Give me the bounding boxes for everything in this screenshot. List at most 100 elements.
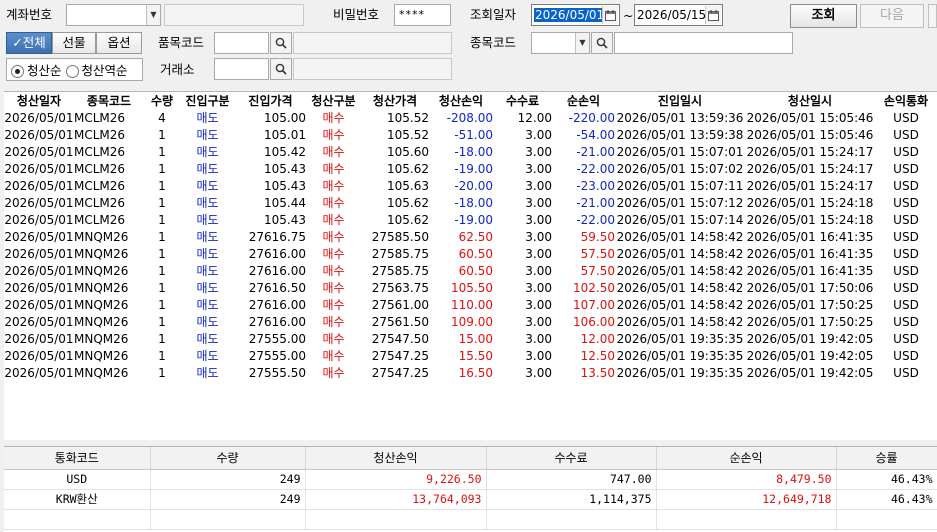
product-code-field[interactable]: [214, 32, 269, 54]
summary-empty-cell: [656, 509, 837, 530]
cell-commission: 3.00: [525, 246, 552, 261]
table-row[interactable]: 2026/05/01 MNQM26 1 매도 27616.75 매수 27585.50 62.…: [4, 228, 937, 245]
cell-liquidation-date: 2026/05/01: [4, 212, 74, 227]
cell-entry-side: 매도: [196, 179, 219, 193]
summary-column-header[interactable]: 승률: [836, 447, 937, 470]
table-row[interactable]: 2026/05/01 MNQM26 1 매도 27555.50 매수 27547.25 16.…: [4, 364, 937, 381]
summary-grid[interactable]: 통화코드 수량 청산손익 수수료 순손익 승률 USD 249 9,226.50 747.00 8…: [4, 446, 937, 532]
search-icon[interactable]: [270, 32, 292, 54]
exchange-field[interactable]: [214, 58, 269, 80]
search-icon[interactable]: [591, 32, 613, 54]
grid-column-header[interactable]: 손익통화: [875, 92, 937, 109]
cell-liquidation-datetime: 2026/05/01 16:41:35: [746, 229, 874, 244]
cell-liquidation-price: 105.52: [387, 110, 429, 125]
grid-column-header[interactable]: 진입구분: [180, 92, 235, 109]
cell-liquidation-date: 2026/05/01: [4, 348, 74, 363]
cell-item-code: MCLM26: [74, 144, 126, 159]
table-row[interactable]: 2026/05/01 MCLM26 1 매도 105.43 매수 105.62 -19.00 3…: [4, 211, 937, 228]
table-row[interactable]: 2026/05/01 MNQM26 1 매도 27555.00 매수 27547.50 15.…: [4, 330, 937, 347]
grid-column-header[interactable]: 순손익: [552, 92, 615, 109]
grid-column-header[interactable]: 청산일자: [4, 92, 74, 109]
cell-pnl-currency: USD: [893, 331, 919, 346]
table-row[interactable]: 2026/05/01 MCLM26 1 매도 105.43 매수 105.62 -19.00 3…: [4, 160, 937, 177]
grid-column-header[interactable]: 청산구분: [306, 92, 361, 109]
chevron-down-icon[interactable]: ▼: [575, 33, 589, 53]
cell-quantity: 1: [158, 229, 166, 244]
chevron-down-icon[interactable]: ▼: [146, 5, 160, 25]
table-row[interactable]: 2026/05/01 MCLM26 1 매도 105.01 매수 105.52 -51.00 3…: [4, 126, 937, 143]
summary-column-header[interactable]: 통화코드: [4, 447, 151, 470]
grid-column-header[interactable]: 수수료: [493, 92, 552, 109]
cell-liquidation-date: 2026/05/01: [4, 263, 74, 278]
extra-button-edge[interactable]: [928, 4, 937, 28]
segment-options[interactable]: 옵션: [96, 32, 142, 54]
table-row[interactable]: 2026/05/01 MNQM26 1 매도 27616.00 매수 27585.75 60.…: [4, 245, 937, 262]
summary-column-header[interactable]: 순손익: [656, 447, 837, 470]
grid-column-header[interactable]: 청산가격: [361, 92, 429, 109]
cell-quantity: 1: [158, 195, 166, 210]
cell-pnl-currency: USD: [893, 195, 919, 210]
grid-column-header[interactable]: 진입일시: [615, 92, 745, 109]
summary-cell-commission: 747.00: [486, 469, 657, 490]
cell-entry-price: 27616.00: [248, 263, 306, 278]
cell-quantity: 1: [158, 297, 166, 312]
segment-futures[interactable]: 선물: [52, 32, 96, 54]
segment-all[interactable]: ✓전체: [6, 32, 52, 54]
grid-column-header[interactable]: 진입가격: [235, 92, 306, 109]
summary-column-header[interactable]: 청산손익: [305, 447, 487, 470]
cell-item-code: MNQM26: [74, 348, 129, 363]
radio-liquidation-asc[interactable]: 청산순: [11, 60, 62, 79]
account-number-select[interactable]: ▼: [66, 4, 161, 26]
cell-liquidation-date: 2026/05/01: [4, 127, 74, 142]
cell-liquidation-side: 매수: [322, 366, 345, 380]
password-field[interactable]: ****: [394, 4, 451, 26]
grid-column-header[interactable]: 청산일시: [745, 92, 875, 109]
calendar-icon[interactable]: [705, 6, 721, 24]
table-row[interactable]: 2026/05/01 MCLM26 1 매도 105.43 매수 105.63 -20.00 3…: [4, 177, 937, 194]
cell-commission: 3.00: [525, 365, 552, 380]
table-row[interactable]: 2026/05/01 MCLM26 1 매도 105.44 매수 105.62 -18.00 3…: [4, 194, 937, 211]
summary-column-header[interactable]: 수수료: [486, 447, 657, 470]
calendar-icon[interactable]: [602, 6, 618, 24]
cell-entry-side: 매도: [196, 230, 219, 244]
summary-column-header[interactable]: 수량: [150, 447, 306, 470]
table-row[interactable]: 2026/05/01 MNQM26 1 매도 27616.00 매수 27561.50 109…: [4, 313, 937, 330]
summary-cell-liquidation-pnl: 13,764,093: [305, 489, 487, 510]
cell-liquidation-side: 매수: [322, 230, 345, 244]
table-row[interactable]: 2026/05/01 MNQM26 1 매도 27616.00 매수 27585.75 60.…: [4, 262, 937, 279]
cell-liquidation-pnl: 16.50: [458, 365, 493, 380]
table-row[interactable]: 2026/05/01 MNQM26 1 매도 27616.50 매수 27563.75 105…: [4, 279, 937, 296]
cell-liquidation-side: 매수: [322, 179, 345, 193]
cell-liquidation-date: 2026/05/01: [4, 331, 74, 346]
summary-row[interactable]: KRW환산 249 13,764,093 1,114,375 12,649,718 46.…: [4, 489, 937, 510]
cell-entry-price: 27616.00: [248, 314, 306, 329]
cell-liquidation-price: 27547.50: [371, 331, 429, 346]
summary-row[interactable]: USD 249 9,226.50 747.00 8,479.50 46.43%: [4, 469, 937, 490]
cell-liquidation-side: 매수: [322, 111, 345, 125]
radio-liquidation-desc[interactable]: 청산역순: [65, 60, 128, 79]
table-row[interactable]: 2026/05/01 MCLM26 4 매도 105.00 매수 105.52 -208.00…: [4, 109, 937, 126]
next-button[interactable]: 다음: [860, 4, 924, 28]
item-code-select[interactable]: ▼: [531, 32, 590, 54]
query-button[interactable]: 조회: [790, 4, 857, 28]
grid-column-header[interactable]: 청산손익: [429, 92, 493, 109]
date-from-field[interactable]: 2026/05/01: [531, 4, 620, 26]
cell-liquidation-pnl: 15.00: [458, 331, 493, 346]
cell-entry-price: 105.42: [264, 144, 306, 159]
item-name-field: [614, 32, 793, 54]
grid-column-header[interactable]: 종목코드: [74, 92, 144, 109]
table-row[interactable]: 2026/05/01 MNQM26 1 매도 27616.00 매수 27561.00 110…: [4, 296, 937, 313]
search-icon[interactable]: [270, 58, 292, 80]
cell-liquidation-date: 2026/05/01: [4, 110, 74, 125]
table-row[interactable]: 2026/05/01 MNQM26 1 매도 27555.00 매수 27547.25 15.…: [4, 347, 937, 364]
table-row[interactable]: 2026/05/01 MCLM26 1 매도 105.42 매수 105.60 -18.00 3…: [4, 143, 937, 160]
cell-item-code: MNQM26: [74, 263, 129, 278]
cell-liquidation-price: 105.62: [387, 212, 429, 227]
trade-history-grid[interactable]: 청산일자 종목코드 수량 진입구분 진입가격 청산구분 청산가격 청산손익 수수료 순손익 진입일시…: [4, 91, 937, 440]
cell-pnl-currency: USD: [893, 212, 919, 227]
cell-item-code: MCLM26: [74, 195, 126, 210]
cell-pnl-currency: USD: [893, 297, 919, 312]
cell-liquidation-datetime: 2026/05/01 17:50:25: [746, 314, 874, 329]
grid-column-header[interactable]: 수량: [144, 92, 180, 109]
date-to-field[interactable]: 2026/05/15: [634, 4, 723, 26]
